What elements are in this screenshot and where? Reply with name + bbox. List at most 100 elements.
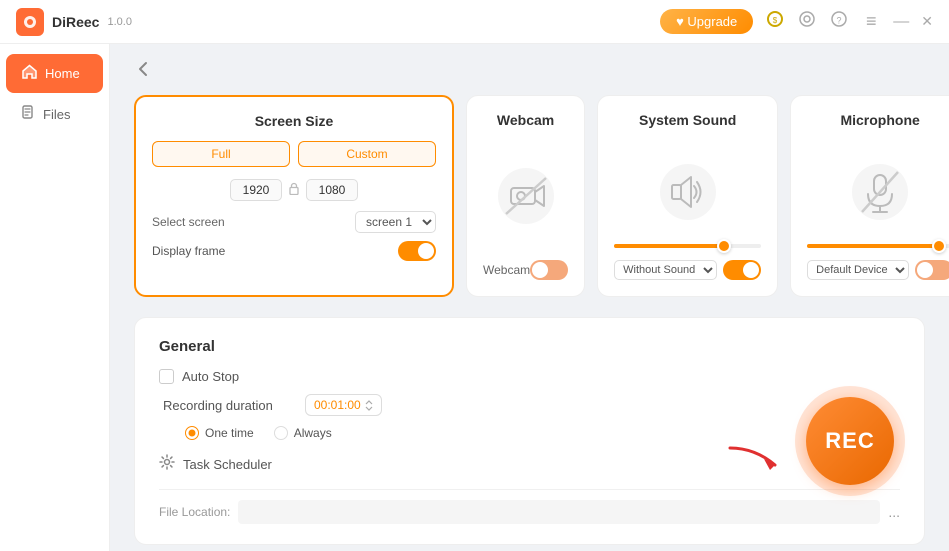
microphone-toggle[interactable]	[915, 260, 949, 280]
rec-label: REC	[825, 428, 874, 454]
radio-one-time-label: One time	[205, 426, 254, 440]
file-location-row: File Location: ...	[159, 489, 900, 524]
radio-always[interactable]: Always	[274, 426, 332, 440]
settings-ring-icon[interactable]	[797, 10, 817, 33]
system-sound-center: Without Sound	[614, 140, 761, 280]
rec-arrow-icon	[720, 423, 790, 473]
microphone-center: Default Device	[807, 140, 949, 280]
app-logo	[16, 8, 44, 36]
svg-text:?: ?	[837, 16, 842, 26]
menu-icon[interactable]: ≡	[861, 11, 881, 32]
mic-slider-track	[807, 244, 949, 248]
height-input[interactable]	[306, 179, 358, 201]
display-frame-row: Display frame	[152, 241, 436, 261]
sound-row: Without Sound	[614, 260, 761, 280]
sound-slider-thumb[interactable]	[717, 239, 731, 253]
titlebar-right: ♥ Upgrade $ ? ≡ — ✕	[660, 9, 933, 34]
autostop-checkbox[interactable]	[159, 369, 174, 384]
sound-select[interactable]: Without Sound	[614, 260, 717, 280]
select-screen-row: Select screen screen 1	[152, 211, 436, 233]
sound-icon-area	[658, 140, 718, 244]
mic-slider-fill	[807, 244, 938, 248]
file-location-label: File Location:	[159, 505, 230, 519]
system-sound-icon	[658, 162, 718, 222]
autostop-label: Auto Stop	[182, 369, 239, 384]
task-scheduler-label: Task Scheduler	[183, 457, 272, 472]
general-title: General	[159, 338, 900, 355]
size-btn-group: Full Custom	[152, 141, 436, 167]
webcam-card-bottom: Webcam	[483, 260, 568, 280]
display-frame-toggle[interactable]	[398, 241, 436, 261]
system-sound-card: System Sound	[597, 95, 778, 297]
webcam-title: Webcam	[483, 112, 568, 128]
rec-button[interactable]: REC	[806, 397, 894, 485]
mic-slider-thumb[interactable]	[932, 239, 946, 253]
mic-icon-area	[850, 140, 910, 244]
webcam-label: Webcam	[483, 263, 530, 277]
duration-stepper[interactable]	[365, 400, 373, 411]
autostop-row: Auto Stop	[159, 369, 900, 384]
radio-one-time[interactable]: One time	[185, 426, 254, 440]
display-frame-label: Display frame	[152, 244, 225, 258]
duration-input-wrapper: 00:01:00	[305, 394, 382, 416]
width-input[interactable]	[230, 179, 282, 201]
sound-slider-track	[614, 244, 761, 248]
sidebar: Home Files	[0, 44, 110, 551]
radio-btn-always[interactable]	[274, 426, 288, 440]
file-dots-button[interactable]: ...	[888, 504, 900, 520]
toggle-thumb	[418, 243, 434, 259]
mic-row: Default Device	[807, 260, 949, 280]
full-size-button[interactable]: Full	[152, 141, 290, 167]
arrow-indicator	[720, 423, 790, 478]
sidebar-item-home[interactable]: Home	[6, 54, 103, 93]
toggle-thumb	[532, 262, 548, 278]
upgrade-button[interactable]: ♥ Upgrade	[660, 9, 753, 34]
sidebar-files-label: Files	[43, 107, 70, 122]
app-name: DiReec	[52, 14, 99, 30]
custom-size-button[interactable]: Custom	[298, 141, 436, 167]
duration-row: Recording duration 00:01:00	[159, 394, 900, 416]
sound-slider-container[interactable]	[614, 244, 761, 248]
duration-value[interactable]: 00:01:00	[314, 398, 361, 412]
select-screen-label: Select screen	[152, 215, 225, 229]
webcam-card: Webcam	[466, 95, 585, 297]
files-icon	[22, 105, 35, 123]
webcam-icon	[496, 166, 556, 226]
app-version: 1.0.0	[107, 16, 131, 28]
coin-icon[interactable]: $	[765, 10, 785, 33]
titlebar: DiReec 1.0.0 ♥ Upgrade $ ? ≡ — ✕	[0, 0, 949, 44]
radio-btn-one-time[interactable]	[185, 426, 199, 440]
mic-slider-container[interactable]	[807, 244, 949, 248]
titlebar-left: DiReec 1.0.0	[16, 8, 132, 36]
back-button[interactable]	[134, 60, 152, 83]
toggle-thumb	[917, 262, 933, 278]
system-sound-title: System Sound	[614, 112, 761, 128]
rec-button-outer: REC	[795, 386, 905, 496]
svg-text:$: $	[773, 16, 778, 25]
cards-row: Screen Size Full Custom Select screen sc…	[134, 95, 925, 297]
sidebar-item-files[interactable]: Files	[6, 95, 103, 133]
sidebar-home-label: Home	[45, 66, 80, 81]
mic-device-select[interactable]: Default Device	[807, 260, 909, 280]
microphone-title: Microphone	[807, 112, 949, 128]
microphone-card: Microphone	[790, 95, 949, 297]
minimize-button[interactable]: —	[893, 13, 909, 31]
dimension-row	[152, 179, 436, 201]
home-icon	[22, 64, 37, 83]
help-icon[interactable]: ?	[829, 10, 849, 33]
screen-select[interactable]: screen 1	[355, 211, 436, 233]
radio-always-label: Always	[294, 426, 332, 440]
webcam-icon-area	[496, 140, 556, 252]
screen-size-title: Screen Size	[152, 113, 436, 129]
microphone-icon	[850, 162, 910, 222]
close-button[interactable]: ✕	[921, 13, 933, 30]
system-sound-toggle[interactable]	[723, 260, 761, 280]
duration-label: Recording duration	[163, 398, 293, 413]
file-path-display	[238, 500, 880, 524]
lock-icon	[288, 182, 300, 198]
toggle-thumb	[743, 262, 759, 278]
gear-icon	[159, 454, 175, 475]
rec-button-container: REC	[795, 386, 905, 496]
screen-size-card: Screen Size Full Custom Select screen sc…	[134, 95, 454, 297]
webcam-toggle[interactable]	[530, 260, 568, 280]
